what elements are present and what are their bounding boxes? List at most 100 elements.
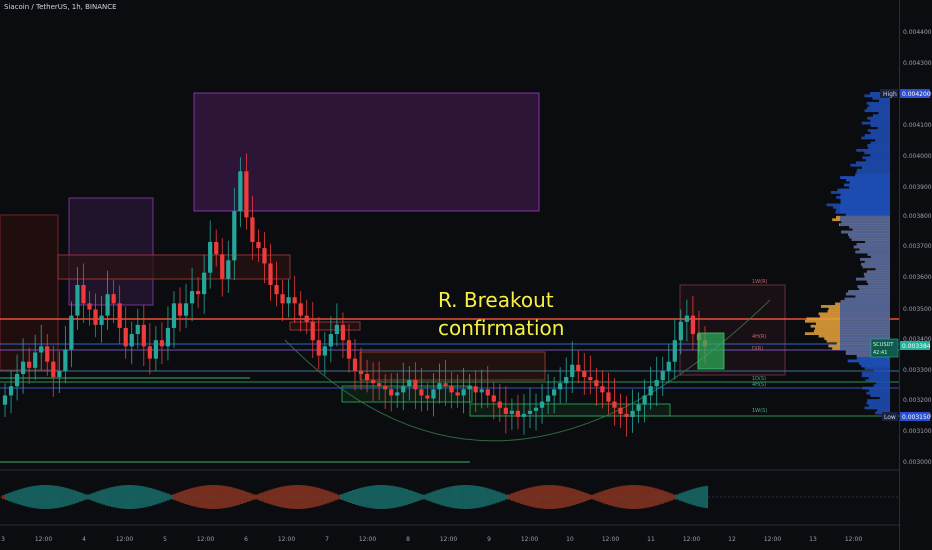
candle-body <box>286 297 291 304</box>
candle-body <box>630 410 635 417</box>
profile-bar-value-area <box>860 257 890 261</box>
current-value: 0.003384 <box>902 343 931 350</box>
candle-body <box>401 386 406 393</box>
candle-body <box>521 413 527 417</box>
candle-body <box>666 361 671 371</box>
profile-bar <box>873 369 890 373</box>
chart-title: Siacoin / TetherUS, 1h, BINANCE <box>4 3 117 11</box>
profile-bar-value-area <box>868 282 890 286</box>
profile-bar <box>861 371 890 375</box>
candle-body <box>304 315 309 322</box>
current-symbol: SCUSDT <box>873 342 894 348</box>
price-tick-label: 0.003500 <box>903 306 932 313</box>
profile-bar-value-area <box>840 176 890 179</box>
candle-body <box>256 241 261 249</box>
profile-bar-value-area <box>849 225 890 229</box>
profile-bar <box>868 146 890 150</box>
low-tag: Low 0.003150 <box>882 412 931 421</box>
time-tick-label: 13 <box>809 536 817 543</box>
profile-bar-value-area <box>840 317 890 321</box>
profile-bar-value-area <box>840 309 890 313</box>
candle-body <box>262 248 267 264</box>
candle-body <box>57 370 62 378</box>
candle-body <box>220 254 225 279</box>
profile-bar <box>864 366 890 370</box>
profile-bar-value-area <box>840 218 890 222</box>
candle-body <box>370 380 376 384</box>
high-tag-label: High <box>883 91 897 98</box>
profile-bar-value-area <box>864 260 890 264</box>
candle-body <box>69 315 74 350</box>
candle-body <box>431 389 436 399</box>
candle-body <box>27 361 32 368</box>
candle-body <box>21 361 26 374</box>
candle-body <box>389 389 394 396</box>
profile-bar-value-area <box>866 280 890 284</box>
price-axis-separator <box>899 0 900 550</box>
candle-body <box>268 263 273 285</box>
candle-body <box>612 401 617 408</box>
profile-bar <box>867 129 890 132</box>
candle-body <box>443 383 448 387</box>
volume-profile <box>804 92 890 415</box>
profile-bar-value-area <box>840 319 890 323</box>
candle-body <box>298 303 303 316</box>
profile-bar-value-area <box>861 364 890 368</box>
profile-bar <box>864 109 890 113</box>
candle-body <box>159 340 165 347</box>
candle-body <box>660 370 665 381</box>
candle-body <box>8 386 14 396</box>
zone-box <box>359 351 546 381</box>
profile-bar-value-area <box>841 220 890 224</box>
price-tick-label: 0.003200 <box>903 397 932 404</box>
candle-body <box>678 321 683 341</box>
price-tick-label: 0.004300 <box>903 60 932 67</box>
candle-body <box>358 370 364 374</box>
profile-bar-value-area <box>840 196 890 199</box>
time-axis[interactable]: 3 12:00 4 12:00 5 12:00 6 12:00 7 12:00 8 12:00 9 12:… <box>1 536 862 543</box>
time-tick-label: 4 <box>82 536 86 543</box>
candle-body <box>111 294 116 304</box>
price-tick-label: 0.003100 <box>903 428 932 435</box>
profile-bar-value-area <box>862 265 890 269</box>
candle-body <box>2 395 8 405</box>
profile-bar-value-area <box>849 181 890 184</box>
candle-body <box>642 395 647 405</box>
profile-bar-value-area <box>855 295 890 298</box>
candle-body <box>87 303 92 310</box>
candle-body <box>244 171 249 218</box>
candle-body <box>485 389 490 396</box>
profile-bar-value-area <box>840 210 890 214</box>
profile-bar-value-area <box>856 357 890 360</box>
candle-body <box>684 315 689 322</box>
candle-body <box>594 380 599 387</box>
candle-body <box>618 407 623 414</box>
candle-body <box>195 291 201 295</box>
profile-bar <box>864 151 890 155</box>
candle-body <box>51 361 56 378</box>
profile-bar <box>856 171 890 175</box>
time-tick-label: 10 <box>566 536 574 543</box>
profile-bar-value-area <box>840 188 890 192</box>
profile-bar <box>861 136 890 140</box>
candle-body <box>208 241 213 273</box>
profile-bar <box>862 386 890 390</box>
candle-body <box>250 217 255 242</box>
profile-bar-value-area <box>841 230 890 234</box>
candle-body <box>582 370 587 378</box>
profile-bar-value-area <box>840 205 890 209</box>
profile-bar-value-area <box>840 324 890 328</box>
profile-bar-value-area <box>845 213 890 217</box>
low-tag-label: Low <box>884 414 896 421</box>
profile-bar <box>878 111 890 115</box>
candle-body <box>292 297 297 304</box>
profile-bar <box>877 409 890 412</box>
candle-body <box>455 392 460 396</box>
profile-bar-value-area <box>844 297 890 301</box>
zone-label: 4H(R) <box>752 334 766 340</box>
candle-body <box>346 340 352 359</box>
profile-bar-value-area <box>853 245 890 249</box>
profile-bar-value-area <box>865 240 890 244</box>
chart-canvas[interactable]: 1W(R)4H(R)D(R)1D(S)4H(S)1W(S) 1.0000000.… <box>0 0 932 550</box>
candle-body <box>588 377 593 381</box>
